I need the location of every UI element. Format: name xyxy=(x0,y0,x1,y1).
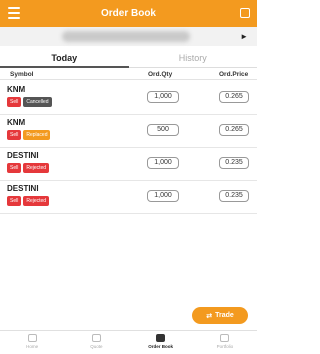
order-row[interactable]: DESTINI Sell Rejected 1,000 0.235 xyxy=(0,148,257,181)
quote-icon xyxy=(91,334,101,342)
nav-label: Home xyxy=(26,344,39,349)
order-price: 0.265 xyxy=(219,91,249,103)
menu-icon[interactable] xyxy=(8,7,20,19)
column-price: Ord.Price xyxy=(219,71,249,78)
side-badge: Sell xyxy=(7,163,22,173)
nav-label: Portfolio xyxy=(216,344,234,349)
order-symbol: KNM xyxy=(7,118,26,127)
status-badge: Rejected xyxy=(23,163,50,173)
app-header: Order Book xyxy=(0,0,257,27)
order-price: 0.235 xyxy=(219,157,249,169)
order-row[interactable]: KNM Sell Cancelled 1,000 0.265 xyxy=(0,82,257,115)
order-qty: 1,000 xyxy=(147,190,179,202)
expand-icon[interactable] xyxy=(240,8,250,18)
home-icon xyxy=(27,334,37,342)
order-qty: 1,000 xyxy=(147,157,179,169)
order-qty: 1,000 xyxy=(147,91,179,103)
trade-label: Trade xyxy=(215,312,234,319)
nav-order-book[interactable]: Order Book xyxy=(129,331,193,354)
nav-home[interactable]: Home xyxy=(0,331,64,354)
nav-label: Quote xyxy=(90,344,103,349)
order-price: 0.235 xyxy=(219,190,249,202)
page-title: Order Book xyxy=(100,8,156,19)
side-badge: Sell xyxy=(7,130,22,140)
column-qty: Ord.Qty xyxy=(148,71,173,78)
column-symbol: Symbol xyxy=(10,71,34,78)
order-book-icon xyxy=(156,334,166,342)
portfolio-icon xyxy=(220,334,230,342)
order-symbol: DESTINI xyxy=(7,151,39,160)
bottom-nav: Home Quote Order Book Portfolio xyxy=(0,330,257,354)
order-row[interactable]: DESTINI Sell Rejected 1,000 0.235 xyxy=(0,181,257,214)
side-badge: Sell xyxy=(7,196,22,206)
nav-label: Order Book xyxy=(148,344,173,349)
tab-history[interactable]: History xyxy=(128,50,257,68)
trade-button[interactable]: ⇄ Trade xyxy=(192,307,248,324)
trade-icon: ⇄ xyxy=(206,312,213,320)
order-price: 0.265 xyxy=(219,124,249,136)
tab-today[interactable]: Today xyxy=(0,50,129,68)
column-header: Symbol Ord.Qty Ord.Price xyxy=(0,69,257,80)
side-badge: Sell xyxy=(7,97,22,107)
status-badge: Replaced xyxy=(23,130,51,140)
account-name-redacted xyxy=(62,31,190,42)
order-qty: 500 xyxy=(147,124,179,136)
order-symbol: KNM xyxy=(7,85,26,94)
play-arrow-icon[interactable]: ► xyxy=(240,32,248,41)
status-badge: Cancelled xyxy=(23,97,52,107)
tab-bar: Today History xyxy=(0,50,257,68)
nav-portfolio[interactable]: Portfolio xyxy=(193,331,257,354)
account-selector[interactable]: ► xyxy=(0,27,257,46)
nav-quote[interactable]: Quote xyxy=(64,331,128,354)
order-symbol: DESTINI xyxy=(7,184,39,193)
status-badge: Rejected xyxy=(23,196,50,206)
order-row[interactable]: KNM Sell Replaced 500 0.265 xyxy=(0,115,257,148)
